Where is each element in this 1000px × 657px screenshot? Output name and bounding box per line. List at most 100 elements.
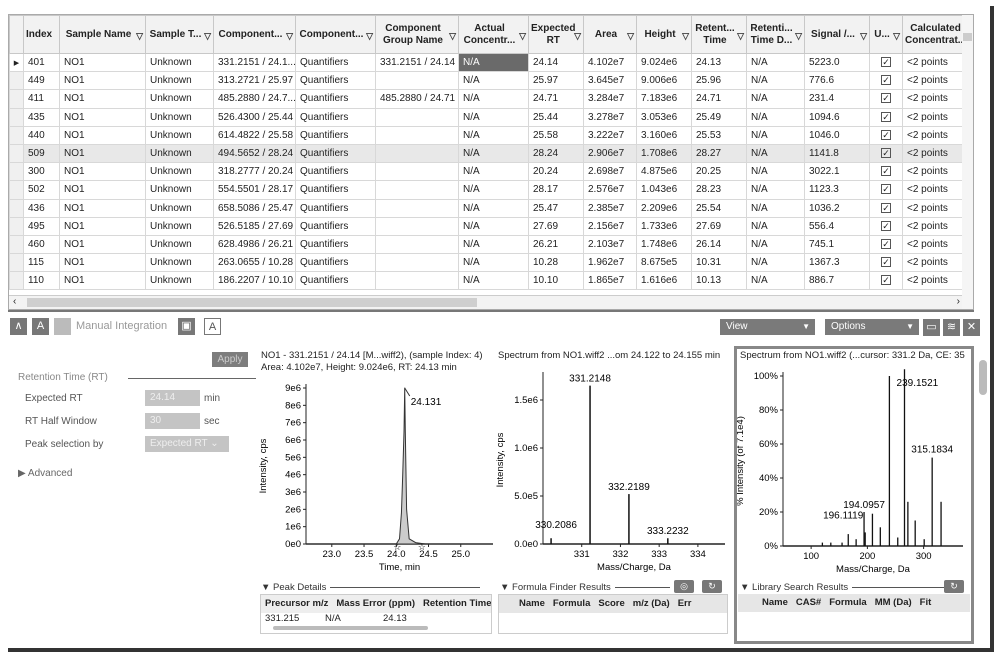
table-row[interactable]: 436 NO1 Unknown 658.5086 / 25.47 Quantifiers…	[9, 198, 965, 218]
formula-finder-header[interactable]: ▼ Formula Finder Results	[500, 582, 670, 593]
row-selector[interactable]	[9, 143, 24, 164]
table-row[interactable]: 435 NO1 Unknown 526.4300 / 25.44 Quantifiers…	[9, 107, 965, 127]
use-checkbox[interactable]: ✓	[881, 111, 891, 122]
auto-integrate-icon[interactable]: A	[32, 318, 49, 335]
half-window-input[interactable]: 30	[145, 413, 200, 429]
use-checkbox[interactable]: ✓	[881, 220, 891, 231]
column-header[interactable]: Height ▽	[636, 15, 692, 54]
use-checkbox[interactable]: ✓	[881, 275, 891, 286]
peak-selection-dropdown[interactable]: Expected RT ⌄	[145, 436, 229, 452]
scrollbar-thumb[interactable]	[273, 626, 428, 630]
filter-icon[interactable]: ▽	[449, 30, 456, 42]
use-checkbox[interactable]: ✓	[881, 166, 891, 177]
filter-icon[interactable]: ▽	[136, 30, 143, 42]
column-header[interactable]: Calculated Concentrat...	[902, 15, 965, 54]
column-header[interactable]: Score	[594, 595, 628, 613]
options-dropdown[interactable]: Options ▼	[825, 319, 919, 335]
table-cell[interactable]: ✓	[869, 234, 903, 255]
view-dropdown[interactable]: View ▼	[720, 319, 815, 335]
row-selector[interactable]	[9, 162, 24, 182]
filter-icon[interactable]: ▽	[682, 30, 689, 42]
table-row[interactable]: 411 NO1 Unknown 485.2880 / 24.7... Quantifie…	[9, 89, 965, 109]
manual-integration-toggle[interactable]	[54, 318, 71, 335]
use-checkbox[interactable]: ✓	[881, 93, 891, 104]
use-checkbox[interactable]: ✓	[881, 238, 891, 249]
apply-button[interactable]: Apply	[212, 352, 248, 367]
column-header[interactable]: Sample Name ▽	[59, 15, 146, 54]
column-header[interactable]: Retention Time (	[419, 595, 491, 613]
use-checkbox[interactable]: ✓	[881, 148, 891, 159]
table-row[interactable]: 440 NO1 Unknown 614.4822 / 25.58 Quantifiers…	[9, 125, 965, 145]
column-header[interactable]: Index	[23, 15, 60, 54]
use-checkbox[interactable]: ✓	[881, 129, 891, 140]
row-selector[interactable]	[9, 107, 24, 127]
table-cell[interactable]: ✓	[869, 71, 903, 91]
table-row[interactable]: 300 NO1 Unknown 318.2777 / 20.24 Quantifiers…	[9, 162, 965, 182]
horizontal-scrollbar[interactable]: ‹ ›	[9, 295, 964, 309]
column-header[interactable]: Err	[674, 595, 696, 613]
column-header[interactable]: Fit	[916, 594, 936, 612]
table-cell[interactable]: ✓	[869, 52, 903, 73]
table-cell[interactable]: ✓	[869, 180, 903, 200]
table-cell[interactable]: ✓	[869, 125, 903, 145]
table-cell[interactable]: ✓	[869, 143, 903, 164]
filter-icon[interactable]: ▽	[204, 30, 211, 42]
library-search-button[interactable]: ↻	[944, 580, 964, 593]
column-header[interactable]: U... ▽	[869, 15, 903, 54]
row-selector[interactable]	[9, 180, 24, 200]
column-header[interactable]: CAS#	[792, 594, 825, 612]
row-selector[interactable]	[9, 198, 24, 218]
column-header[interactable]: Precursor m/z	[261, 595, 332, 613]
formula-search-button[interactable]: ↻	[702, 580, 722, 593]
row-selector[interactable]	[9, 216, 24, 236]
row-selector[interactable]	[9, 271, 24, 291]
row-selector[interactable]	[9, 125, 24, 145]
table-cell[interactable]: ✓	[869, 162, 903, 182]
splitter[interactable]	[8, 310, 974, 312]
table-cell[interactable]: ✓	[869, 253, 903, 273]
zoom-fit-icon[interactable]: ▣	[178, 318, 195, 335]
ms-spectrum-chart[interactable]: 0.0e0 5.0e5 1.0e6 1.5e6 331 332 333 334 Mass/Cha…	[495, 364, 735, 579]
table-row[interactable]: ▶ 401 NO1 Unknown 331.2151 / 24.1... Quantifi…	[9, 52, 965, 73]
annotate-icon[interactable]: A	[204, 318, 221, 335]
filter-icon[interactable]: ▽	[286, 30, 293, 42]
use-checkbox[interactable]: ✓	[881, 184, 891, 195]
filter-icon[interactable]: ▽	[860, 30, 867, 42]
column-header[interactable]: Component Group Name ▽	[375, 15, 459, 54]
column-header[interactable]: Retent... Time ▽	[691, 15, 747, 54]
scrollbar-thumb[interactable]	[963, 33, 972, 41]
table-row[interactable]: 460 NO1 Unknown 628.4986 / 26.21 Quantifiers…	[9, 234, 965, 255]
filter-icon[interactable]: ▽	[893, 30, 900, 42]
table-row[interactable]: 110 NO1 Unknown 186.2207 / 10.10 Quantifiers…	[9, 271, 965, 291]
column-header[interactable]: Sample T... ▽	[145, 15, 214, 54]
vertical-scrollbar[interactable]	[962, 15, 973, 309]
filter-icon[interactable]: ▽	[366, 30, 373, 42]
table-row[interactable]: 449 NO1 Unknown 313.2721 / 25.97 Quantifiers…	[9, 71, 965, 91]
column-header[interactable]: Area ▽	[583, 15, 637, 54]
table-cell[interactable]: ✓	[869, 271, 903, 291]
column-header[interactable]: Mass Error (ppm)	[332, 595, 419, 613]
column-header[interactable]: Formula	[549, 595, 594, 613]
restore-icon[interactable]: ▭	[923, 319, 940, 336]
column-header[interactable]: Retenti... Time D... ▽	[746, 15, 805, 54]
column-header[interactable]: m/z (Da)	[629, 595, 674, 613]
table-row[interactable]: 502 NO1 Unknown 554.5501 / 28.17 Quantifiers…	[9, 180, 965, 200]
table-cell[interactable]: ✓	[869, 216, 903, 236]
column-header[interactable]: Name	[758, 594, 792, 612]
column-header[interactable]: Name	[515, 595, 549, 613]
table-row[interactable]: 495 NO1 Unknown 526.5185 / 27.69 Quantifiers…	[9, 216, 965, 236]
scrollbar-thumb[interactable]	[27, 298, 477, 307]
use-checkbox[interactable]: ✓	[881, 202, 891, 213]
close-icon[interactable]: ✕	[963, 319, 980, 336]
row-selector[interactable]: ▶	[9, 52, 24, 73]
expected-rt-input[interactable]: 24.14	[145, 390, 200, 406]
use-checkbox[interactable]: ✓	[881, 75, 891, 86]
table-row[interactable]: 115 NO1 Unknown 263.0655 / 10.28 Quantifiers…	[9, 253, 965, 273]
row-selector[interactable]	[9, 71, 24, 91]
use-checkbox[interactable]: ✓	[881, 257, 891, 268]
peak-details-header[interactable]: ▼ Peak Details	[261, 582, 481, 593]
column-header[interactable]: Actual Concentr... ▽	[458, 15, 529, 54]
column-header[interactable]: Expected RT ▽	[528, 15, 584, 54]
table-cell[interactable]: ✓	[869, 198, 903, 218]
use-checkbox[interactable]: ✓	[881, 57, 891, 68]
